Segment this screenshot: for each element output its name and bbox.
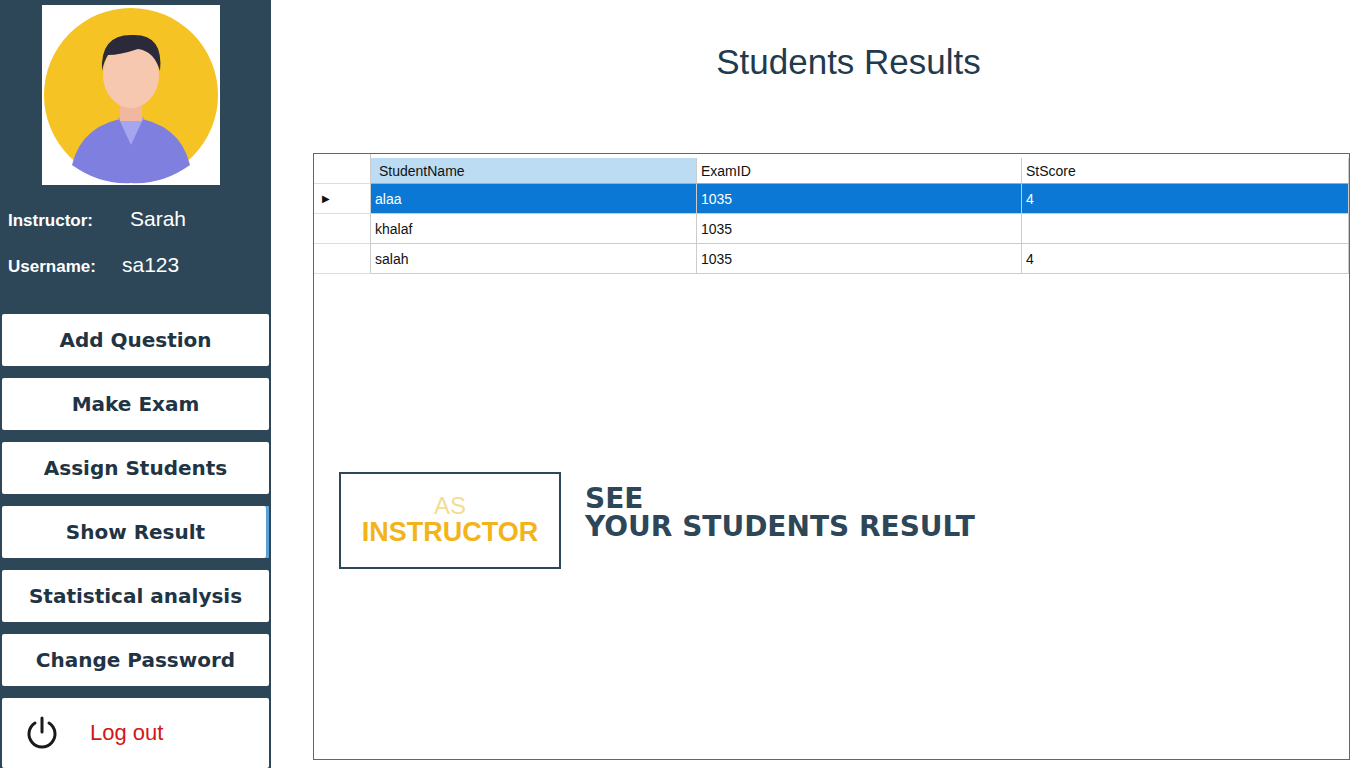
row-header[interactable] [314, 244, 371, 274]
corner-cell [314, 154, 371, 184]
table-cell[interactable] [1022, 214, 1349, 244]
role-badge: ASINSTRUCTOR [339, 472, 561, 569]
profile: Instructor:Sarah Username:sa123 [0, 0, 271, 314]
row-header[interactable]: ▶ [314, 184, 371, 214]
table-cell[interactable]: 1035 [697, 184, 1022, 214]
sidebar-item[interactable]: Show Result [2, 506, 269, 558]
page-title: Students Results [271, 42, 1366, 112]
table-row[interactable]: ▶ alaa10354 [314, 184, 1349, 214]
logout-button[interactable]: Log out [2, 698, 269, 768]
promo-caption: SEEYOUR STUDENTS RESULT [585, 485, 975, 541]
column-header[interactable]: ExamID [697, 158, 1022, 184]
table-cell[interactable]: alaa [371, 184, 697, 214]
results-table: StudentNameExamIDStScore▶alaa10354khalaf… [313, 153, 1350, 760]
badge-top: AS [434, 494, 466, 518]
column-header[interactable]: StScore [1022, 158, 1349, 184]
table-cell[interactable]: khalaf [371, 214, 697, 244]
avatar [42, 5, 220, 185]
table-row[interactable]: khalaf1035 [314, 214, 1349, 244]
caption-line: YOUR STUDENTS RESULT [585, 513, 975, 541]
sidebar-item[interactable]: Statistical analysis [2, 570, 269, 622]
sidebar-item[interactable]: Change Password [2, 634, 269, 686]
table-cell[interactable]: 4 [1022, 184, 1349, 214]
instructor-row: Instructor:Sarah [0, 207, 271, 231]
sidebar-item[interactable]: Assign Students [2, 442, 269, 494]
logout-label: Log out [90, 720, 163, 746]
instructor-name: Sarah [130, 207, 186, 231]
column-header[interactable]: StudentName [371, 158, 697, 184]
instructor-label: Instructor: [8, 211, 130, 231]
table-cell[interactable]: 1035 [697, 214, 1022, 244]
main-panel: Students Results StudentNameExamIDStScore… [271, 0, 1366, 768]
promo-overlay: ASINSTRUCTOR SEEYOUR STUDENTS RESULT [339, 472, 975, 569]
sidebar: Instructor:Sarah Username:sa123 Add Questi… [0, 0, 271, 768]
current-row-icon: ▶ [322, 193, 330, 204]
person-avatar-icon [42, 5, 220, 185]
app-window: Instructor:Sarah Username:sa123 Add Questi… [0, 0, 1366, 768]
sidebar-item[interactable]: Make Exam [2, 378, 269, 430]
caption-line: SEE [585, 485, 975, 513]
sidebar-nav: Add Question Make Exam Assign Students Show… [0, 314, 271, 768]
username-label: Username: [8, 257, 122, 277]
sidebar-item[interactable]: Add Question [2, 314, 269, 366]
row-header[interactable] [314, 214, 371, 244]
username-value: sa123 [122, 253, 179, 277]
table-cell[interactable]: 1035 [697, 244, 1022, 274]
table-header: StudentNameExamIDStScore [314, 154, 1349, 184]
username-row: Username:sa123 [0, 253, 271, 277]
power-icon [24, 715, 60, 751]
table-cell[interactable]: 4 [1022, 244, 1349, 274]
table-cell[interactable]: salah [371, 244, 697, 274]
badge-bottom: INSTRUCTOR [362, 518, 539, 548]
table-row[interactable]: salah10354 [314, 244, 1349, 274]
